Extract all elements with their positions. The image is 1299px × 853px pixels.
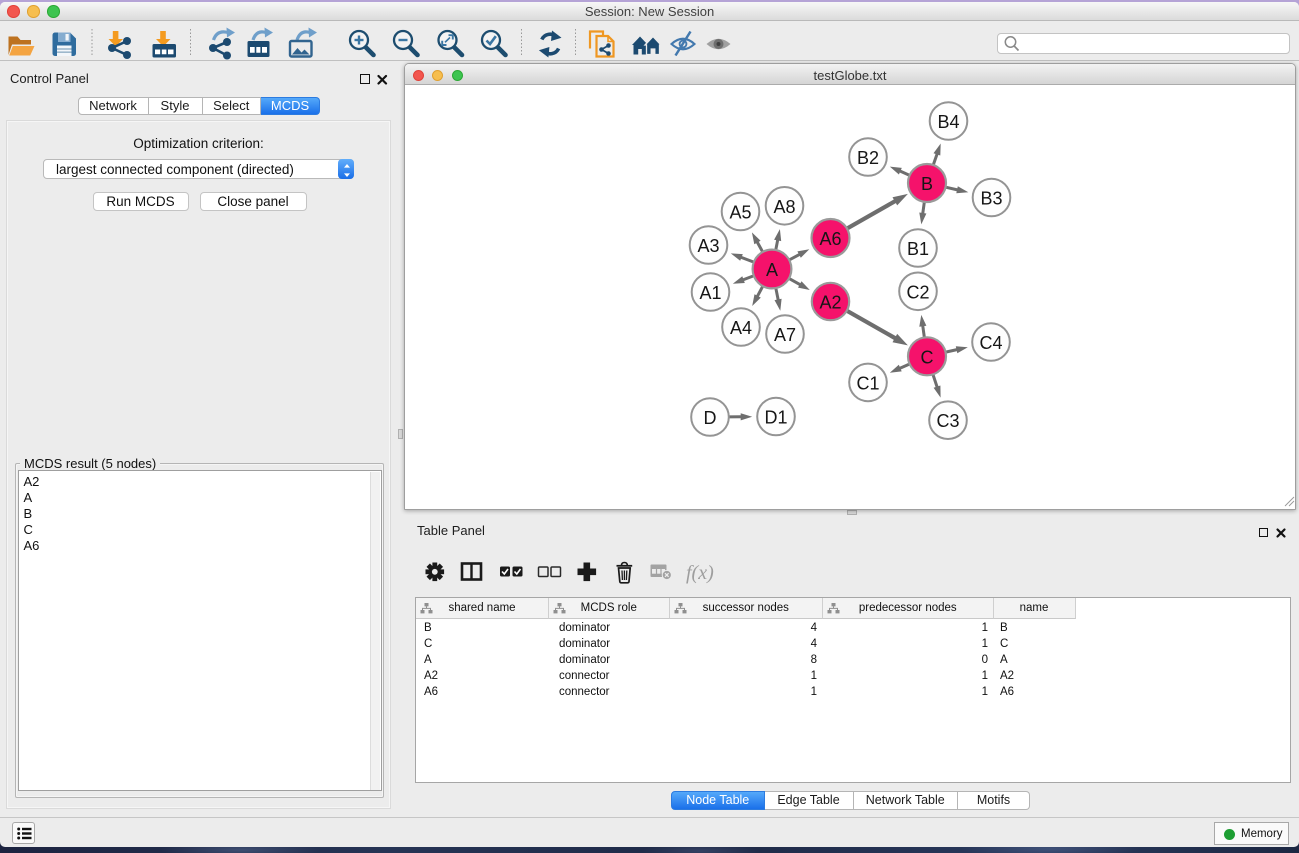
svg-text:f(x): f(x) — [686, 562, 714, 584]
svg-text:B2: B2 — [857, 148, 879, 168]
svg-text:B4: B4 — [937, 112, 959, 132]
svg-text:D: D — [704, 408, 717, 428]
svg-text:A7: A7 — [774, 325, 796, 345]
svg-text:A2: A2 — [819, 293, 841, 313]
svg-text:B3: B3 — [980, 189, 1002, 209]
svg-text:A: A — [766, 260, 778, 280]
svg-text:A3: A3 — [697, 236, 719, 256]
svg-text:A6: A6 — [819, 229, 841, 249]
svg-text:C2: C2 — [906, 282, 929, 302]
svg-text:A4: A4 — [730, 318, 752, 338]
svg-text:A8: A8 — [773, 197, 795, 217]
svg-text:A1: A1 — [699, 283, 721, 303]
svg-text:C1: C1 — [856, 373, 879, 393]
svg-text:C4: C4 — [979, 333, 1002, 353]
svg-text:C3: C3 — [936, 411, 959, 431]
svg-text:C: C — [921, 347, 934, 367]
svg-text:A5: A5 — [729, 203, 751, 223]
svg-text:D1: D1 — [764, 408, 787, 428]
svg-text:B: B — [921, 174, 933, 194]
svg-text:B1: B1 — [907, 239, 929, 259]
